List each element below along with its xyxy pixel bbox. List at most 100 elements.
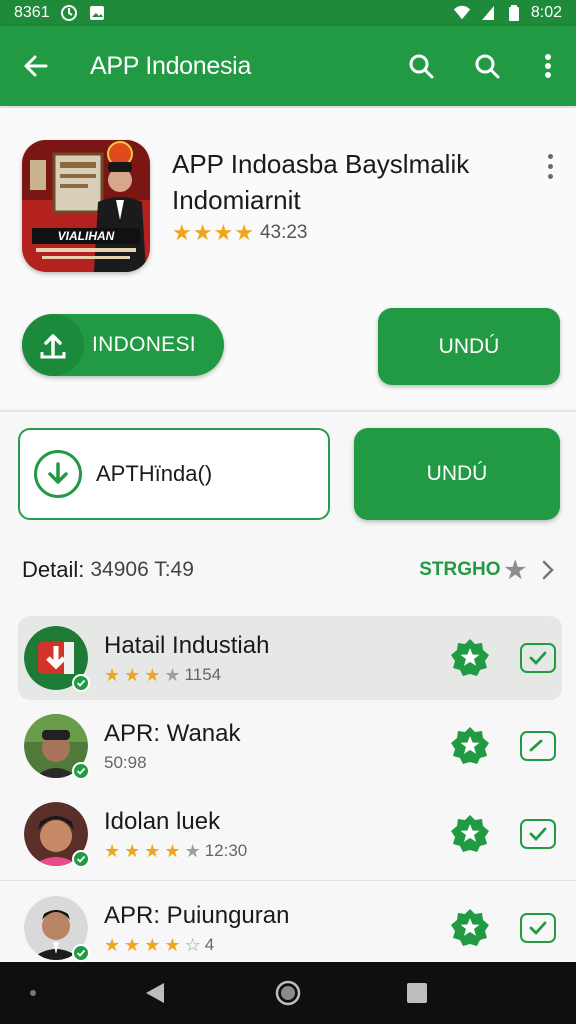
detail-link[interactable]: STRGHO ★ — [419, 556, 526, 585]
status-clock: 8:02 — [530, 4, 562, 21]
star-icon: ★ — [104, 935, 121, 955]
star-icon: ★ — [144, 665, 161, 685]
star-half-icon: ★ — [164, 665, 181, 685]
indonesi-button[interactable]: INDONESI — [22, 314, 224, 376]
app-bar-title: APP Indonesia — [90, 51, 252, 80]
checkmark-icon — [529, 739, 543, 752]
search-icon — [409, 54, 434, 79]
detail-link-label: STRGHO — [419, 559, 501, 580]
rating-count: 43:23 — [259, 222, 308, 243]
app-rating: ★ ★ ★ ★ 43:23 — [172, 222, 307, 244]
list-item[interactable]: Hatail Industiah ★ ★ ★ ★ 1154 — [18, 616, 562, 700]
star-badge-icon — [451, 815, 489, 852]
chevron-right-icon[interactable] — [540, 558, 556, 582]
select-checkbox[interactable] — [520, 731, 556, 761]
checkmark-icon — [529, 827, 547, 842]
star-icon: ★ — [144, 935, 161, 955]
image-icon — [88, 4, 106, 22]
star-icon: ★ — [164, 935, 181, 955]
status-bar: 8361 8:02 — [0, 0, 576, 26]
favorite-badge-button[interactable] — [450, 638, 490, 678]
star-icon: ★ — [172, 220, 192, 245]
favorite-badge-button[interactable] — [450, 726, 490, 766]
app-header: VIALIHAN APP Indoasba Bayslmalik Indomia… — [0, 108, 576, 408]
circle-home-icon — [275, 980, 301, 1006]
system-nav-bar — [0, 962, 576, 1024]
star-icon: ★ — [124, 665, 141, 685]
download-option-label: APTHïnda() — [96, 461, 213, 486]
check-badge-icon — [72, 850, 90, 868]
detail-row: Detail: 34906 T:49 STRGHO ★ — [22, 552, 556, 588]
detail-value: 34906 T:49 — [90, 558, 194, 581]
list-item[interactable]: APR: Puiunguran ★ ★ ★ ★ ☆ 4 — [18, 886, 562, 970]
more-vert-icon — [547, 154, 553, 159]
item-title: APR: Puiunguran — [104, 902, 290, 929]
item-title: APR: Wanak — [104, 720, 241, 747]
list-divider — [0, 880, 576, 881]
item-title: Idolan luek — [104, 808, 221, 835]
square-recents-icon — [407, 983, 427, 1003]
star-icon: ★ — [234, 220, 254, 245]
avatar — [24, 802, 90, 868]
checkmark-icon — [529, 921, 547, 936]
checkmark-icon — [529, 651, 547, 666]
status-time: 8361 — [14, 4, 50, 21]
search-button-secondary[interactable] — [454, 26, 520, 106]
upload-icon — [22, 314, 84, 376]
signal-icon — [479, 4, 497, 22]
detail-label: Detail: — [22, 557, 85, 582]
arrow-back-icon — [24, 55, 48, 77]
indonesi-label: INDONESI — [92, 333, 196, 356]
select-checkbox[interactable] — [520, 643, 556, 673]
avatar — [24, 896, 90, 962]
star-badge-icon — [451, 727, 489, 764]
nav-dot-icon — [26, 980, 40, 1006]
undu-button-secondary[interactable]: UNDÚ — [354, 428, 560, 520]
star-icon: ★ — [124, 935, 141, 955]
app-name-line1: APP Indoasba Bayslmalik — [172, 149, 470, 179]
star-icon: ★ — [164, 841, 181, 861]
favorite-badge-button[interactable] — [450, 814, 490, 854]
download-option[interactable]: APTHïnda() — [18, 428, 330, 520]
star-badge-icon — [451, 639, 489, 676]
star-icon: ★ — [124, 841, 141, 861]
app-name: APP Indoasba Bayslmalik Indomiarnit — [172, 146, 512, 218]
app-bar: APP Indonesia — [0, 26, 576, 106]
list-item[interactable]: APR: Wanak 50:98 — [18, 704, 562, 788]
back-button[interactable] — [0, 26, 72, 106]
avatar — [24, 714, 90, 780]
app-name-line2: Indomiarnit — [172, 185, 301, 215]
triangle-back-icon — [146, 983, 164, 1003]
select-checkbox[interactable] — [520, 819, 556, 849]
app-more-button[interactable] — [536, 148, 564, 188]
nav-recents-button[interactable] — [404, 980, 430, 1006]
check-badge-icon — [72, 944, 90, 962]
svg-text:VIALIHAN: VIALIHAN — [58, 229, 115, 243]
item-title: Hatail Industiah — [104, 632, 270, 659]
search-icon — [475, 54, 500, 79]
nav-back-button[interactable] — [140, 980, 170, 1006]
check-badge-icon — [72, 674, 90, 692]
star-icon: ★ — [213, 220, 234, 245]
list-item[interactable]: Idolan luek ★ ★ ★ ★ ★ 12:30 — [18, 792, 562, 876]
download-icon — [34, 450, 82, 498]
star-icon: ★ — [144, 841, 161, 861]
battery-icon — [505, 4, 523, 22]
overflow-menu-button[interactable] — [520, 26, 576, 106]
check-badge-icon — [72, 762, 90, 780]
sync-icon — [60, 4, 78, 22]
star-outline-icon: ★ — [504, 556, 526, 584]
star-icon: ★ — [104, 665, 121, 685]
rating-stars: ★ ★ ★ ★ — [172, 222, 254, 244]
item-sub: 4 — [204, 935, 215, 954]
search-button[interactable] — [388, 26, 454, 106]
star-empty-icon: ☆ — [184, 935, 201, 955]
favorite-badge-button[interactable] — [450, 908, 490, 948]
star-icon: ★ — [104, 841, 121, 861]
nav-home-button[interactable] — [272, 980, 304, 1006]
select-checkbox[interactable] — [520, 913, 556, 943]
app-icon[interactable]: VIALIHAN — [22, 140, 150, 272]
item-sub: 1154 — [184, 665, 222, 684]
wifi-icon — [453, 4, 471, 22]
undu-button[interactable]: UNDÚ — [378, 308, 560, 385]
